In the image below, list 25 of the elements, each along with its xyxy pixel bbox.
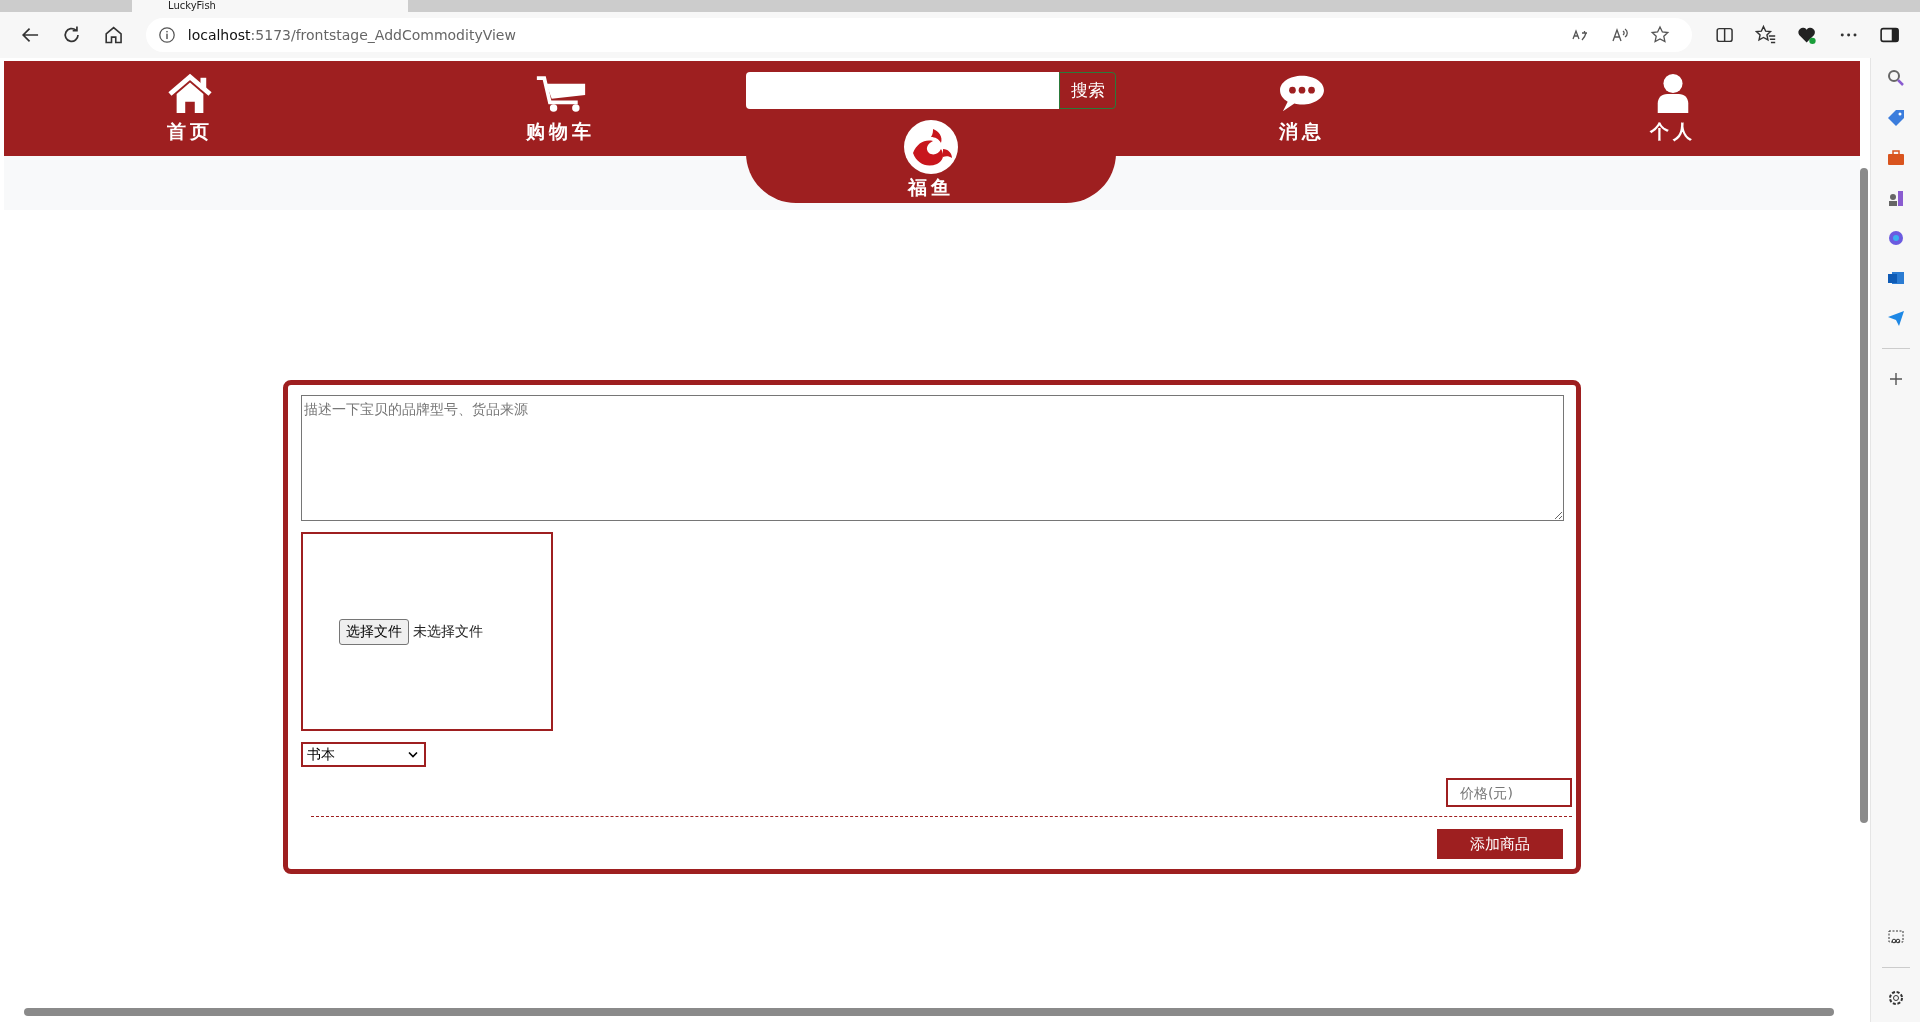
nav-item[interactable]: 首页 — [4, 61, 375, 156]
nav-item[interactable]: 消息 — [1116, 61, 1487, 156]
search-field[interactable] — [746, 72, 1059, 109]
search-icon[interactable] — [1885, 68, 1906, 88]
chevron-down-icon — [408, 751, 418, 758]
add-product-button[interactable]: 添加商品 — [1437, 829, 1563, 859]
home-icon[interactable] — [102, 24, 124, 46]
category-select[interactable]: 书本 — [301, 742, 426, 767]
toolbox-icon[interactable] — [1885, 148, 1906, 168]
scrollbar-thumb[interactable] — [24, 1008, 1834, 1016]
star-icon[interactable] — [1649, 25, 1670, 45]
search-button[interactable]: 搜索 — [1059, 72, 1116, 109]
nav-item[interactable]: 个人 — [1487, 61, 1858, 156]
browser-tab[interactable]: LuckyFish — [132, 0, 408, 12]
favorites-icon[interactable] — [1755, 24, 1777, 46]
info-icon[interactable] — [157, 26, 176, 44]
url-text: localhost:5173/frontstage_AddCommodityView — [187, 27, 516, 43]
price-field[interactable]: 价格(元) — [1446, 778, 1572, 807]
nav-item[interactable]: 购物车 — [375, 61, 746, 156]
address-bar[interactable]: localhost:5173/frontstage_AddCommodityView — [145, 18, 1692, 52]
file-status-text: 未选择文件 — [413, 622, 483, 641]
scrollbar-thumb[interactable] — [1860, 168, 1868, 823]
fish-logo-icon — [903, 119, 959, 175]
description-field[interactable]: 描述一下宝贝的品牌型号、货品来源 — [301, 395, 1564, 521]
choose-file-button[interactable]: 选择文件 — [339, 618, 409, 645]
